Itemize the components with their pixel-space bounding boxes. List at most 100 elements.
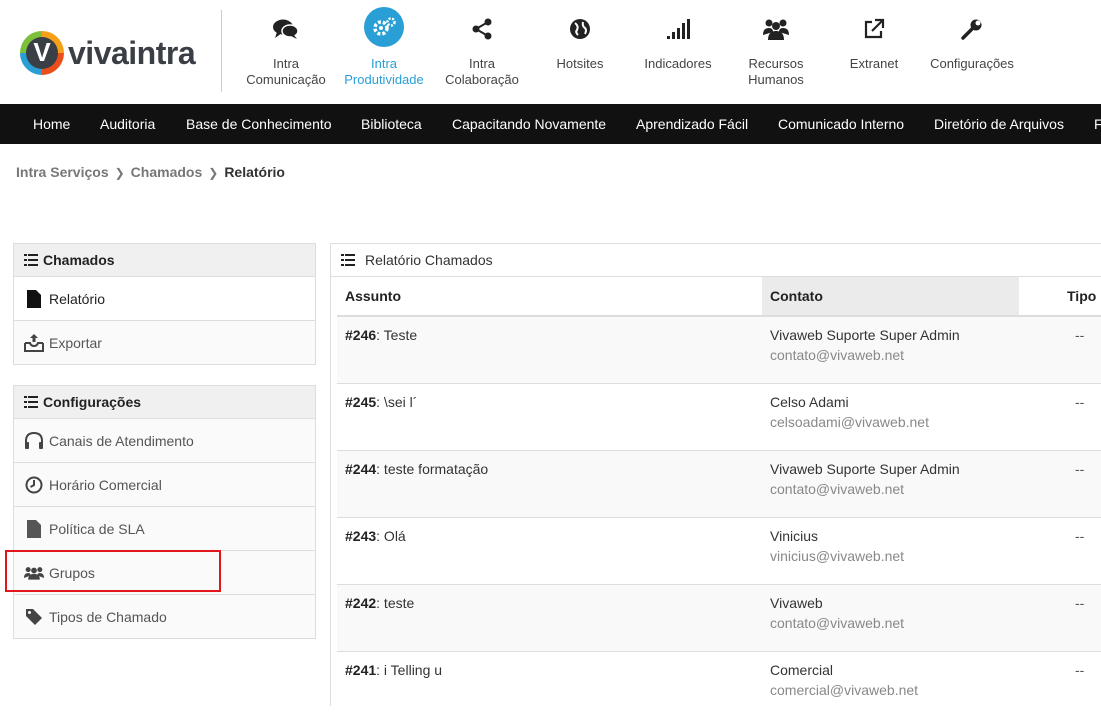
nav-auditoria[interactable]: Auditoria	[100, 104, 155, 144]
ticket-id[interactable]: #241	[345, 662, 376, 678]
cell-tipo: --	[1075, 595, 1085, 611]
module-configuracoes[interactable]: Configurações	[924, 12, 1020, 72]
sidebar-item-label: Tipos de Chamado	[49, 608, 167, 625]
top-header: V vivaintra Intra Comunicação Intra Prod…	[0, 0, 1101, 104]
vivaintra-logo[interactable]: V vivaintra	[20, 29, 196, 77]
nav-diretorio-de-arquivos[interactable]: Diretório de Arquivos	[934, 104, 1064, 144]
contact-name: Vivaweb Suporte Super Admin	[770, 327, 960, 343]
module-label: Intra Comunicação	[246, 56, 326, 87]
table-row[interactable]: #244: teste formatação Vivaweb Suporte S…	[337, 451, 1101, 518]
sidebar-item-label: Política de SLA	[49, 520, 145, 537]
signal-icon	[630, 12, 726, 46]
column-header-assunto[interactable]: Assunto	[345, 277, 401, 315]
module-label: Intra Colaboração	[445, 56, 519, 87]
table-row[interactable]: #241: i Telling u Comercial comercial@viv…	[337, 652, 1101, 718]
header-divider	[221, 10, 222, 92]
contact-name: Vivaweb	[770, 595, 823, 611]
breadcrumb-intra-servicos[interactable]: Intra Serviços	[16, 164, 109, 180]
share-icon	[434, 12, 530, 46]
highlight-annotation-box	[5, 550, 221, 592]
nav-aprendizado-facil[interactable]: Aprendizado Fácil	[636, 104, 748, 144]
nav-overflow-item[interactable]: F	[1094, 104, 1101, 144]
gears-icon	[364, 7, 404, 47]
nav-capacitando-novamente[interactable]: Capacitando Novamente	[452, 104, 606, 144]
panel-header: Configurações	[14, 386, 315, 419]
sidebar-item-relatorio[interactable]: Relatório	[14, 277, 315, 321]
column-header-tipo[interactable]: Tipo	[1067, 277, 1096, 315]
cell-contact: Celso Adami celsoadami@vivaweb.net	[770, 394, 929, 430]
list-icon	[24, 254, 38, 266]
sidebar-item-exportar[interactable]: Exportar	[14, 321, 315, 364]
main-navbar: Home Auditoria Base de Conhecimento Bibl…	[0, 104, 1101, 144]
table-row[interactable]: #243: Olá Vinicius vinicius@vivaweb.net -…	[337, 518, 1101, 585]
module-intra-comunicacao[interactable]: Intra Comunicação	[238, 12, 334, 88]
sidebar-item-politica-de-sla[interactable]: Política de SLA	[14, 507, 315, 551]
module-hotsites[interactable]: Hotsites	[532, 12, 628, 72]
sidebar-item-label: Exportar	[49, 334, 102, 351]
sidebar-panel-configuracoes: Configurações Canais de Atendimento Horá…	[13, 385, 316, 639]
contact-name: Vivaweb Suporte Super Admin	[770, 461, 960, 477]
module-label: Extranet	[849, 56, 899, 71]
module-intra-colaboracao[interactable]: Intra Colaboração	[434, 12, 530, 88]
module-extranet[interactable]: Extranet	[826, 12, 922, 72]
module-intra-produtividade[interactable]: Intra Produtividade	[336, 7, 432, 88]
ticket-id[interactable]: #246	[345, 327, 376, 343]
cell-tipo: --	[1075, 394, 1085, 410]
cell-contact: Vivaweb Suporte Super Admin contato@vivaw…	[770, 327, 960, 363]
nav-comunicado-interno[interactable]: Comunicado Interno	[778, 104, 904, 144]
nav-biblioteca[interactable]: Biblioteca	[361, 104, 422, 144]
column-header-contato[interactable]: Contato	[762, 277, 1019, 315]
ticket-subject: : i Telling u	[376, 662, 443, 678]
sidebar-item-tipos-de-chamado[interactable]: Tipos de Chamado	[14, 595, 315, 638]
table-row[interactable]: #246: Teste Vivaweb Suporte Super Admin c…	[337, 317, 1101, 384]
module-label: Configurações	[930, 56, 1014, 71]
contact-email: contato@vivaweb.net	[770, 347, 905, 363]
sidebar-item-horario-comercial[interactable]: Horário Comercial	[14, 463, 315, 507]
ticket-id[interactable]: #243	[345, 528, 376, 544]
users-icon	[728, 12, 824, 46]
module-label: Intra Produtividade	[344, 56, 424, 87]
sidebar-item-canais-de-atendimento[interactable]: Canais de Atendimento	[14, 419, 315, 463]
cell-subject: #244: teste formatação	[345, 461, 488, 477]
nav-base-de-conhecimento[interactable]: Base de Conhecimento	[186, 104, 332, 144]
wrench-icon	[924, 12, 1020, 46]
clock-icon	[24, 476, 44, 494]
cell-subject: #246: Teste	[345, 327, 417, 343]
ticket-id[interactable]: #242	[345, 595, 376, 611]
sidebar-item-label: Canais de Atendimento	[49, 432, 194, 449]
module-label: Indicadores	[644, 56, 712, 71]
nav-home[interactable]: Home	[33, 104, 70, 144]
table-row[interactable]: #242: teste Vivaweb contato@vivaweb.net -…	[337, 585, 1101, 652]
panel-header: Chamados	[14, 244, 315, 277]
comments-icon	[238, 12, 334, 46]
panel-title: Chamados	[43, 252, 115, 268]
ticket-subject: : teste formatação	[376, 461, 489, 477]
module-recursos-humanos[interactable]: Recursos Humanos	[728, 12, 824, 88]
external-link-icon	[826, 12, 922, 46]
list-icon	[341, 254, 355, 266]
ticket-id[interactable]: #244	[345, 461, 376, 477]
contact-email: contato@vivaweb.net	[770, 615, 905, 631]
tag-icon	[24, 608, 44, 626]
sidebar-panel-chamados: Chamados Relatório Exportar	[13, 243, 316, 365]
table-row[interactable]: #245: \sei l´ Celso Adami celsoadami@viva…	[337, 384, 1101, 451]
contact-name: Celso Adami	[770, 394, 849, 410]
cell-subject: #243: Olá	[345, 528, 406, 544]
list-icon	[24, 396, 38, 408]
cell-contact: Vivaweb contato@vivaweb.net	[770, 595, 904, 631]
contact-name: Comercial	[770, 662, 834, 678]
ticket-id[interactable]: #245	[345, 394, 376, 410]
report-header: Relatório Chamados	[331, 244, 1101, 277]
report-panel: Relatório Chamados Assunto Contato Tipo …	[330, 243, 1101, 706]
breadcrumb-chamados[interactable]: Chamados	[131, 164, 203, 180]
ticket-subject: : Olá	[376, 528, 406, 544]
logo-mark-icon: V	[20, 31, 64, 75]
sidebar-item-label: Horário Comercial	[49, 476, 162, 493]
contact-email: comercial@vivaweb.net	[770, 682, 919, 698]
ticket-subject: : \sei l´	[376, 394, 418, 410]
file-icon	[24, 289, 44, 308]
cell-tipo: --	[1075, 327, 1085, 343]
logo-text: vivaintra	[68, 34, 196, 71]
module-indicadores[interactable]: Indicadores	[630, 12, 726, 72]
contact-email: contato@vivaweb.net	[770, 481, 905, 497]
